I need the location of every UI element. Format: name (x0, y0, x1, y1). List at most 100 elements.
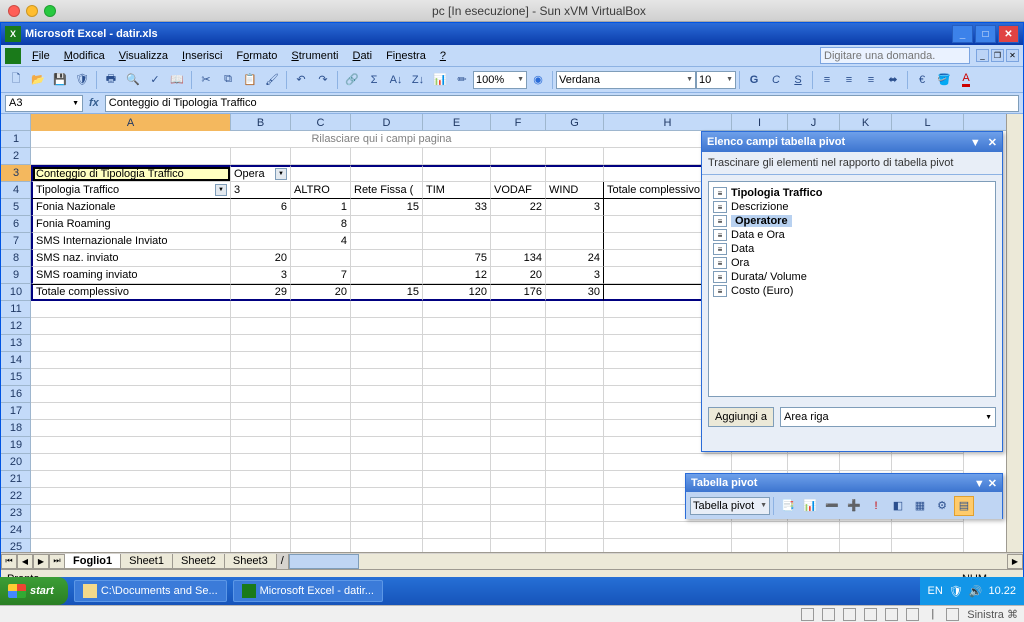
format-painter-icon[interactable]: 🖌 (262, 70, 282, 90)
cell[interactable] (31, 420, 231, 437)
cell[interactable] (351, 386, 423, 403)
cell[interactable] (423, 505, 491, 522)
cell[interactable] (732, 539, 788, 552)
cell[interactable] (423, 148, 491, 165)
cell[interactable] (423, 522, 491, 539)
cell[interactable] (231, 403, 291, 420)
menu-dati[interactable]: Dati (345, 48, 379, 64)
cell[interactable] (31, 454, 231, 471)
cell[interactable] (31, 318, 231, 335)
field-list-area-combo[interactable]: Area riga▼ (780, 407, 996, 427)
win-close[interactable]: ✕ (998, 25, 1019, 43)
pivot-chart-icon[interactable]: 📊 (800, 496, 820, 516)
pivot-total[interactable]: 176 (491, 284, 546, 301)
vb-mouse-icon[interactable] (946, 608, 959, 621)
pivot-row-label[interactable]: Fonia Nazionale (31, 199, 231, 216)
row-header-6[interactable]: 6 (1, 216, 31, 233)
col-header-G[interactable]: G (546, 114, 604, 131)
cell[interactable] (291, 403, 351, 420)
tray-icon[interactable]: 🛡 (949, 585, 963, 598)
cell[interactable] (31, 437, 231, 454)
pivot-cell[interactable]: 3 (546, 267, 604, 284)
cell[interactable] (31, 386, 231, 403)
cell[interactable] (604, 539, 732, 552)
cell[interactable] (840, 539, 892, 552)
cell[interactable] (31, 522, 231, 539)
row-header-10[interactable]: 10 (1, 284, 31, 301)
select-all-corner[interactable] (1, 114, 31, 131)
pivot-total[interactable]: 30 (546, 284, 604, 301)
col-label[interactable]: Rete Fissa ( (351, 182, 423, 199)
cell[interactable] (291, 369, 351, 386)
row-header-22[interactable]: 22 (1, 488, 31, 505)
taskbar-excel[interactable]: Microsoft Excel - datir... (233, 580, 383, 602)
align-center-icon[interactable]: ≡ (839, 70, 859, 90)
col-header-I[interactable]: I (732, 114, 788, 131)
row-header-14[interactable]: 14 (1, 352, 31, 369)
cell[interactable] (892, 454, 964, 471)
cell[interactable] (491, 369, 546, 386)
cell[interactable] (491, 352, 546, 369)
cell[interactable] (291, 471, 351, 488)
row-header-23[interactable]: 23 (1, 505, 31, 522)
sort-desc-icon[interactable]: Z↓ (408, 70, 428, 90)
cell[interactable] (231, 148, 291, 165)
menu-formato[interactable]: Formato (229, 48, 284, 64)
cell[interactable] (491, 420, 546, 437)
pivot-row-label[interactable]: SMS Internazionale Inviato (31, 233, 231, 250)
col-header-F[interactable]: F (491, 114, 546, 131)
cell[interactable] (423, 454, 491, 471)
pivot-cell[interactable]: 8 (291, 216, 351, 233)
pivot-toolbar-close-icon[interactable]: ✕ (988, 478, 997, 490)
hyperlink-icon[interactable]: 🔗 (342, 70, 362, 90)
cell[interactable] (423, 335, 491, 352)
cell[interactable] (423, 488, 491, 505)
cell[interactable] (31, 352, 231, 369)
formula-input[interactable]: Conteggio di Tipologia Traffico (105, 95, 1019, 112)
pivot-total-label[interactable]: Totale complessivo (31, 284, 231, 301)
pivot-field-list-pane[interactable]: Elenco campi tabella pivot ▼ ✕ Trascinar… (701, 131, 1003, 452)
help-question-input[interactable] (820, 47, 970, 64)
cell[interactable] (788, 454, 840, 471)
cell[interactable] (840, 522, 892, 539)
cell[interactable] (351, 539, 423, 552)
row-header-4[interactable]: 4 (1, 182, 31, 199)
cell[interactable] (546, 386, 604, 403)
cell[interactable] (546, 505, 604, 522)
cell[interactable] (351, 318, 423, 335)
cell[interactable] (423, 318, 491, 335)
cell[interactable] (546, 148, 604, 165)
mac-min[interactable] (26, 5, 38, 17)
cell[interactable] (423, 539, 491, 552)
cell[interactable] (491, 454, 546, 471)
field-list-item[interactable]: ≡Data e Ora (711, 228, 993, 242)
tray-clock[interactable]: 10.22 (988, 585, 1016, 597)
row-header-3[interactable]: 3 (1, 165, 31, 182)
cell[interactable] (231, 301, 291, 318)
pivot-cell[interactable]: 15 (351, 199, 423, 216)
field-list-item[interactable]: ≡Data (711, 242, 993, 256)
row-header-2[interactable]: 2 (1, 148, 31, 165)
row-header-16[interactable]: 16 (1, 386, 31, 403)
cell[interactable] (491, 403, 546, 420)
cell[interactable] (231, 386, 291, 403)
col-field-dropdown[interactable]: ▼ (275, 168, 287, 180)
pivot-cell[interactable] (351, 267, 423, 284)
cell[interactable] (423, 437, 491, 454)
pivot-cell[interactable]: 75 (423, 250, 491, 267)
row-header-24[interactable]: 24 (1, 522, 31, 539)
row-header-12[interactable]: 12 (1, 318, 31, 335)
cell[interactable] (423, 369, 491, 386)
pivot-corner-label[interactable]: Conteggio di Tipologia Traffico (31, 165, 231, 182)
win-maximize[interactable]: □ (975, 25, 996, 43)
cell[interactable] (291, 505, 351, 522)
pivot-total[interactable]: 29 (231, 284, 291, 301)
pivot-cell[interactable] (546, 216, 604, 233)
cell[interactable] (291, 420, 351, 437)
col-header-A[interactable]: A (31, 114, 231, 131)
cell[interactable] (31, 335, 231, 352)
pivot-cell[interactable]: 134 (491, 250, 546, 267)
cell[interactable] (423, 301, 491, 318)
cell[interactable] (546, 335, 604, 352)
sheet-tab-sheet3[interactable]: Sheet3 (224, 554, 277, 569)
